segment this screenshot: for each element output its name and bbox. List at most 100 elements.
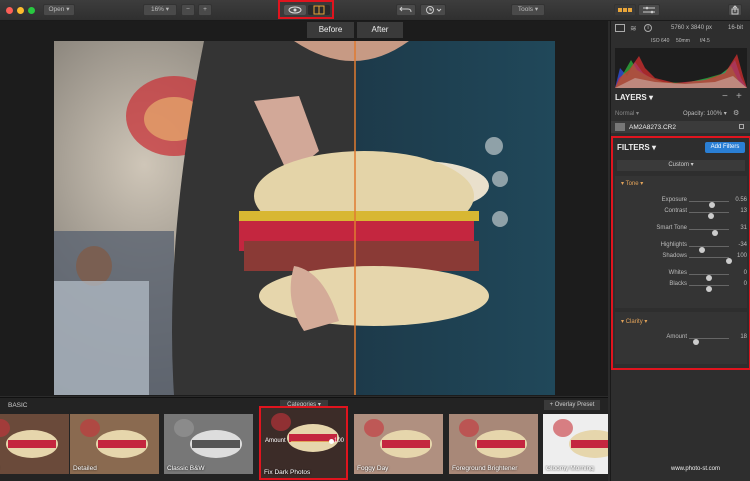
- minimize-window-button[interactable]: [17, 7, 24, 14]
- preset-thumbnail[interactable]: ancer: [0, 414, 69, 474]
- layers-stack-icon[interactable]: ≋: [630, 24, 637, 33]
- slider-contrast[interactable]: Contrast 13: [623, 208, 747, 219]
- slider-knob[interactable]: [706, 286, 712, 292]
- preset-thumbnail[interactable]: Foggy Day: [354, 414, 443, 474]
- histogram: [615, 48, 747, 88]
- before-label: Before: [307, 22, 354, 38]
- slider-label: Highlights: [660, 242, 687, 248]
- filter-preset-select[interactable]: Custom ▾: [617, 160, 745, 171]
- close-window-button[interactable]: [6, 7, 13, 14]
- tone-filter-card: ▾ Tone ▾ Exposure 0.56 Contrast 13 Smart Ton…: [615, 176, 747, 308]
- tone-title-text: Tone: [625, 181, 639, 187]
- zoom-select[interactable]: 16% ▾: [143, 4, 177, 16]
- opacity-control[interactable]: Opacity: 100% ▾: [683, 110, 727, 117]
- tools-menu[interactable]: Tools ▾: [511, 4, 545, 16]
- slider-track[interactable]: [689, 212, 729, 219]
- edited-photo[interactable]: [54, 41, 555, 395]
- slider-knob[interactable]: [726, 258, 732, 264]
- presets-strip: BASIC Categories ▾ + Overlay Preset ance…: [0, 397, 608, 481]
- undo-button[interactable]: [396, 4, 416, 16]
- tone-title[interactable]: ▾ Tone ▾: [621, 180, 643, 187]
- slider-smart-tone[interactable]: Smart Tone 31: [623, 225, 747, 236]
- amount-label: Amount: [265, 438, 286, 444]
- slider-whites[interactable]: Whites 0: [623, 270, 747, 281]
- slider-value: 31: [740, 225, 747, 231]
- slider-knob[interactable]: [712, 230, 718, 236]
- blend-mode-value: Normal: [615, 111, 635, 117]
- open-label: Open: [48, 6, 65, 13]
- preset-name: Fix Dark Photos: [264, 469, 311, 476]
- presets-view-button[interactable]: [614, 4, 636, 16]
- slider-label: Blacks: [669, 281, 687, 287]
- slider-blacks[interactable]: Blacks 0: [623, 281, 747, 292]
- slider-amount[interactable]: Amount 18: [623, 334, 747, 345]
- slider-shadows[interactable]: Shadows 100: [623, 253, 747, 264]
- preview-eye-button[interactable]: [284, 5, 306, 15]
- slider-highlights[interactable]: Highlights -34: [623, 242, 747, 253]
- layer-row[interactable]: AM2A8273.CR2: [611, 121, 750, 133]
- slider-label: Smart Tone: [656, 225, 687, 231]
- layers-title[interactable]: LAYERS ▾: [615, 93, 653, 102]
- split-view-button[interactable]: [308, 5, 330, 15]
- adjustments-view-button[interactable]: [638, 4, 660, 16]
- slider-track[interactable]: [689, 274, 729, 281]
- zoom-out-button[interactable]: −: [181, 4, 195, 16]
- preset-name: Detailed: [73, 465, 97, 472]
- blend-mode-select[interactable]: Normal ▾: [615, 110, 639, 117]
- layer-gear-icon[interactable]: ⚙: [733, 109, 739, 117]
- presets-grid-icon: [618, 8, 632, 12]
- slider-exposure[interactable]: Exposure 0.56: [623, 197, 747, 208]
- slider-value: 18: [740, 334, 747, 340]
- aperture: f/4.5: [700, 38, 710, 44]
- add-layer-button[interactable]: +: [736, 91, 742, 102]
- slider-value: 0: [743, 281, 747, 287]
- zoom-window-button[interactable]: [28, 7, 35, 14]
- share-button[interactable]: [728, 4, 742, 16]
- slider-label: Amount: [666, 334, 687, 340]
- history-button[interactable]: [420, 4, 446, 16]
- info-icon[interactable]: i: [644, 24, 652, 32]
- slider-label: Contrast: [664, 208, 687, 214]
- slider-track[interactable]: [689, 246, 729, 253]
- amount-slider[interactable]: [291, 439, 334, 444]
- preset-thumbnail[interactable]: Foreground Brightener: [449, 414, 538, 474]
- slider-track[interactable]: [689, 229, 729, 236]
- zoom-in-button[interactable]: +: [198, 4, 212, 16]
- preset-name: Foreground Brightener: [452, 465, 518, 472]
- slider-track[interactable]: [689, 257, 732, 264]
- remove-layer-button[interactable]: −: [722, 91, 728, 102]
- amount-value: 100: [334, 438, 345, 444]
- filter-preset-value: Custom: [668, 162, 689, 168]
- toolbar: Open ▾ 16% ▾ − + Tools ▾: [0, 0, 750, 21]
- filters-highlight: FILTERS ▾ Add Filters Custom ▾ ▾ Tone ▾ …: [611, 136, 750, 370]
- layers-title-text: LAYERS: [615, 93, 647, 102]
- iso-value: ISO 640: [651, 38, 670, 44]
- preset-thumbnail[interactable]: Fix Dark Photos Amount 100: [259, 406, 348, 480]
- slider-track[interactable]: [689, 338, 729, 345]
- split-view-icon: [313, 5, 325, 15]
- slider-value: 13: [740, 208, 747, 214]
- preset-thumbnail[interactable]: Detailed: [70, 414, 159, 474]
- slider-track[interactable]: [689, 201, 729, 208]
- slider-track[interactable]: [689, 285, 729, 292]
- add-filters-button[interactable]: Add Filters: [705, 142, 745, 153]
- slider-knob[interactable]: [708, 213, 715, 219]
- clarity-title[interactable]: ▾ Clarity ▾: [621, 318, 647, 325]
- preset-name: Gloomy Morning: [546, 465, 594, 472]
- slider-value: 0.56: [735, 197, 747, 203]
- lock-icon[interactable]: [739, 124, 744, 129]
- layer-name: AM2A8273.CR2: [629, 124, 676, 131]
- preset-name: ancer: [0, 465, 69, 472]
- preset-thumbnail[interactable]: Gloomy Morning: [543, 414, 608, 474]
- right-panel: ≋ i 5760 x 3840 px 16-bit ISO 640 50mm f…: [610, 21, 750, 481]
- filters-title[interactable]: FILTERS ▾: [617, 143, 656, 152]
- image-icon[interactable]: [615, 24, 625, 32]
- opacity-label: Opacity:: [683, 111, 706, 117]
- overlay-preset-button[interactable]: + Overlay Preset: [544, 400, 600, 410]
- clock-icon: [426, 6, 442, 14]
- slider-knob[interactable]: [693, 339, 700, 345]
- opacity-value: 100%: [706, 111, 723, 117]
- open-button[interactable]: Open ▾: [43, 4, 75, 16]
- preset-name: Classic B&W: [167, 465, 205, 472]
- preset-thumbnail[interactable]: Classic B&W: [164, 414, 253, 474]
